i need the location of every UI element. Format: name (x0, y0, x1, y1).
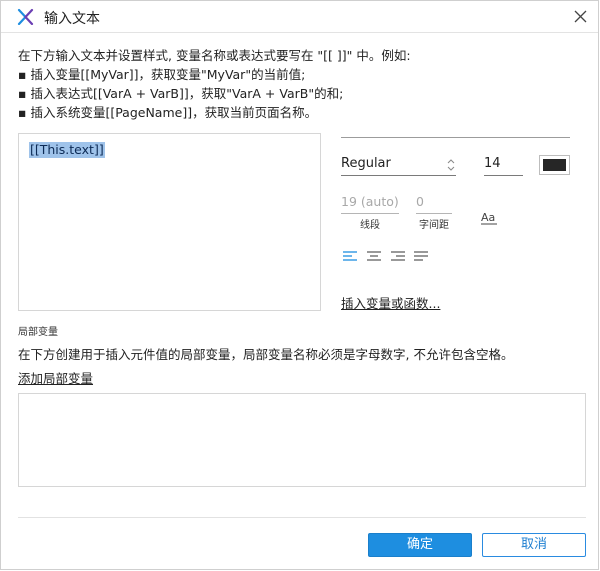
text-style-panel: Regular 14 19 (auto) 线段 0 字间距 Aa 插入变量或函数… (341, 133, 581, 313)
font-size-input[interactable]: 14 (484, 155, 523, 176)
align-left-icon[interactable] (342, 249, 358, 263)
ok-button[interactable]: 确定 (368, 533, 472, 557)
text-case-icon[interactable]: Aa (481, 211, 497, 225)
line-spacing-placeholder: 19 (auto) (341, 194, 399, 209)
axure-logo-icon (17, 8, 34, 25)
align-center-icon[interactable] (366, 249, 382, 263)
footer-divider (18, 517, 586, 518)
local-vars-heading: 局部变量 (18, 327, 58, 338)
instruction-line: ▪ 插入表达式[[VarA + VarB]]，获取"VarA + VarB"的和… (18, 86, 344, 101)
text-color-fill (543, 159, 566, 171)
line-spacing-label: 线段 (360, 220, 380, 231)
updown-arrows-icon (447, 159, 455, 171)
font-style-value: Regular (341, 156, 391, 171)
char-spacing-placeholder: 0 (416, 194, 424, 209)
input-text-dialog: 输入文本 在下方输入文本并设置样式, 变量名称或表达式要写在 "[[ ]]" 中… (0, 0, 599, 570)
title-bar: 输入文本 (1, 1, 598, 33)
text-editor[interactable]: [[This.text]] (18, 133, 321, 311)
text-color-picker[interactable] (539, 155, 570, 175)
align-justify-icon[interactable] (413, 249, 429, 263)
char-spacing-label: 字间距 (419, 220, 449, 231)
insert-variable-link[interactable]: 插入变量或函数... (341, 293, 440, 312)
dialog-title: 输入文本 (44, 11, 100, 27)
instructions-text: 在下方输入文本并设置样式, 变量名称或表达式要写在 "[[ ]]" 中。例如: … (18, 46, 588, 122)
cancel-button[interactable]: 取消 (482, 533, 586, 557)
font-size-value: 14 (484, 156, 501, 171)
instruction-line: ▪ 插入系统变量[[PageName]]，获取当前页面名称。 (18, 105, 318, 120)
divider (341, 137, 570, 138)
instruction-line: 在下方输入文本并设置样式, 变量名称或表达式要写在 "[[ ]]" 中。例如: (18, 48, 411, 63)
font-style-select[interactable]: Regular (341, 155, 456, 176)
local-vars-description: 在下方创建用于插入元件值的局部变量，局部变量名称必须是字母数字, 不允许包含空格… (18, 347, 514, 362)
char-spacing-input[interactable]: 0 (416, 193, 452, 214)
close-icon[interactable] (572, 8, 589, 25)
align-right-icon[interactable] (390, 249, 406, 263)
text-case-glyph: Aa (481, 211, 495, 224)
instruction-line: ▪ 插入变量[[MyVar]]，获取变量"MyVar"的当前值; (18, 67, 306, 82)
local-vars-list[interactable] (18, 393, 586, 487)
line-spacing-input[interactable]: 19 (auto) (341, 193, 399, 214)
add-local-variable-link[interactable]: 添加局部变量 (18, 368, 93, 387)
editor-selected-text[interactable]: [[This.text]] (29, 142, 105, 158)
